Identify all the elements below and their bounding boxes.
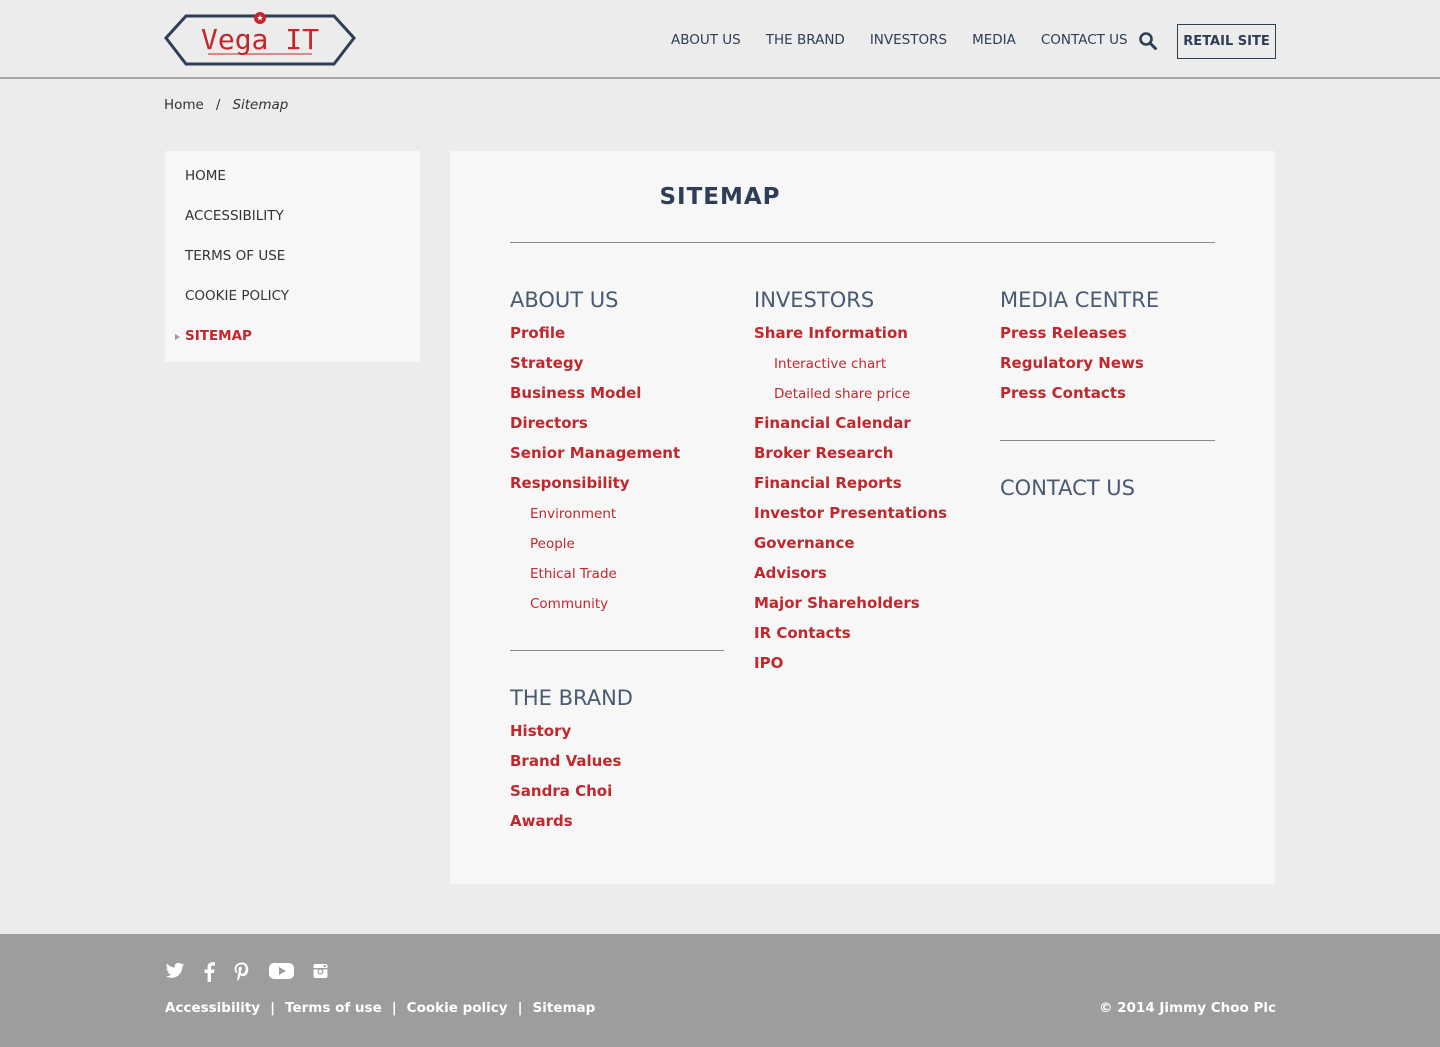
link-environment[interactable]: Environment bbox=[530, 506, 616, 522]
nav-investors[interactable]: INVESTORS bbox=[870, 32, 947, 48]
link-investor-presentations[interactable]: Investor Presentations bbox=[754, 504, 947, 522]
link-financial-reports[interactable]: Financial Reports bbox=[754, 474, 902, 492]
sidebar-item-accessibility[interactable]: ACCESSIBILITY bbox=[185, 208, 284, 224]
footer-separator: | bbox=[391, 1000, 397, 1016]
page-title: SITEMAP bbox=[659, 184, 781, 210]
main-nav: ABOUT US THE BRAND INVESTORS MEDIA CONTA… bbox=[671, 32, 1153, 48]
logo-text: Vega IT bbox=[200, 23, 319, 56]
link-community[interactable]: Community bbox=[530, 596, 608, 612]
link-responsibility[interactable]: Responsibility bbox=[510, 474, 630, 492]
retail-site-button[interactable]: RETAIL SITE bbox=[1177, 24, 1276, 59]
footer-separator: | bbox=[517, 1000, 523, 1016]
link-senior-management[interactable]: Senior Management bbox=[510, 444, 680, 462]
footer-separator: | bbox=[270, 1000, 276, 1016]
nav-media[interactable]: MEDIA bbox=[972, 32, 1016, 48]
link-awards[interactable]: Awards bbox=[510, 812, 573, 830]
link-business-model[interactable]: Business Model bbox=[510, 384, 641, 402]
link-detailed-share-price[interactable]: Detailed share price bbox=[774, 386, 910, 402]
active-arrow-icon bbox=[175, 334, 180, 340]
link-ir-contacts[interactable]: IR Contacts bbox=[754, 624, 851, 642]
sidebar-item-terms-of-use[interactable]: TERMS OF USE bbox=[185, 248, 285, 264]
nav-about-us[interactable]: ABOUT US bbox=[671, 32, 741, 48]
link-broker-research[interactable]: Broker Research bbox=[754, 444, 893, 462]
link-major-shareholders[interactable]: Major Shareholders bbox=[754, 594, 920, 612]
breadcrumb-separator: / bbox=[215, 97, 221, 113]
heading-the-brand[interactable]: THE BRAND bbox=[510, 686, 633, 710]
link-interactive-chart[interactable]: Interactive chart bbox=[774, 356, 886, 372]
sidebar-item-sitemap[interactable]: SITEMAP bbox=[185, 328, 252, 344]
about-divider bbox=[510, 650, 724, 651]
media-divider bbox=[1000, 440, 1215, 441]
link-sandra-choi[interactable]: Sandra Choi bbox=[510, 782, 612, 800]
footer-link-accessibility[interactable]: Accessibility bbox=[165, 1000, 260, 1016]
link-press-contacts[interactable]: Press Contacts bbox=[1000, 384, 1126, 402]
nav-the-brand[interactable]: THE BRAND bbox=[766, 32, 845, 48]
heading-contact-us[interactable]: CONTACT US bbox=[1000, 476, 1135, 500]
link-regulatory-news[interactable]: Regulatory News bbox=[1000, 354, 1144, 372]
breadcrumb: Home / Sitemap bbox=[164, 97, 288, 113]
sidebar-item-cookie-policy[interactable]: COOKIE POLICY bbox=[185, 288, 289, 304]
svg-text:★: ★ bbox=[256, 14, 263, 23]
footer-link-cookie-policy[interactable]: Cookie policy bbox=[407, 1000, 508, 1016]
link-advisors[interactable]: Advisors bbox=[754, 564, 827, 582]
site-footer: Accessibility | Terms of use | Cookie po… bbox=[0, 934, 1440, 1047]
breadcrumb-home[interactable]: Home bbox=[164, 97, 204, 113]
twitter-icon[interactable] bbox=[165, 962, 185, 982]
instagram-icon[interactable] bbox=[313, 962, 328, 982]
sidebar-item-home[interactable]: HOME bbox=[185, 168, 226, 184]
youtube-icon[interactable] bbox=[269, 962, 294, 982]
title-divider bbox=[510, 242, 1215, 243]
footer-link-terms-of-use[interactable]: Terms of use bbox=[285, 1000, 382, 1016]
link-strategy[interactable]: Strategy bbox=[510, 354, 583, 372]
logo[interactable]: ★ Vega IT bbox=[164, 8, 356, 68]
heading-about-us[interactable]: ABOUT US bbox=[510, 288, 619, 312]
link-share-information[interactable]: Share Information bbox=[754, 324, 908, 342]
site-header: ★ Vega IT ABOUT US THE BRAND INVESTORS M… bbox=[0, 0, 1440, 79]
pinterest-icon[interactable] bbox=[233, 962, 251, 982]
link-history[interactable]: History bbox=[510, 722, 571, 740]
link-people[interactable]: People bbox=[530, 536, 575, 552]
link-governance[interactable]: Governance bbox=[754, 534, 855, 552]
link-financial-calendar[interactable]: Financial Calendar bbox=[754, 414, 911, 432]
link-directors[interactable]: Directors bbox=[510, 414, 588, 432]
heading-media-centre[interactable]: MEDIA CENTRE bbox=[1000, 288, 1159, 312]
copyright: © 2014 Jimmy Choo Plc bbox=[1098, 1000, 1276, 1016]
link-ethical-trade[interactable]: Ethical Trade bbox=[530, 566, 617, 582]
facebook-icon[interactable] bbox=[204, 962, 215, 982]
search-icon[interactable] bbox=[1138, 31, 1158, 51]
link-press-releases[interactable]: Press Releases bbox=[1000, 324, 1127, 342]
footer-link-sitemap[interactable]: Sitemap bbox=[533, 1000, 596, 1016]
footer-links: Accessibility | Terms of use | Cookie po… bbox=[165, 1000, 595, 1016]
heading-investors[interactable]: INVESTORS bbox=[754, 288, 874, 312]
link-profile[interactable]: Profile bbox=[510, 324, 565, 342]
breadcrumb-current: Sitemap bbox=[232, 97, 289, 113]
link-ipo[interactable]: IPO bbox=[754, 654, 783, 672]
nav-contact-us[interactable]: CONTACT US bbox=[1041, 32, 1128, 48]
link-brand-values[interactable]: Brand Values bbox=[510, 752, 621, 770]
